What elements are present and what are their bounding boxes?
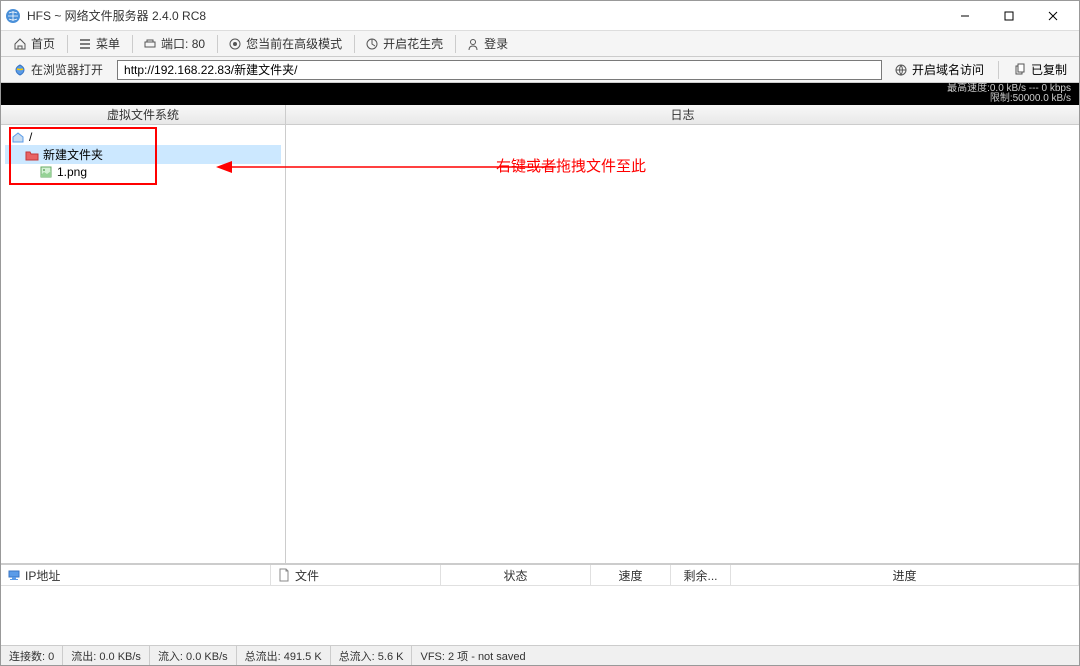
menu-button[interactable]: 菜单 xyxy=(70,33,128,54)
domain-access-label: 开启域名访问 xyxy=(912,61,984,78)
port-label: 端口: 80 xyxy=(161,35,205,52)
list-header-speed[interactable]: 速度 xyxy=(591,565,671,585)
copied-button[interactable]: 已复制 xyxy=(1005,59,1075,80)
folder-icon xyxy=(25,148,39,162)
app-icon xyxy=(5,8,21,24)
network-icon xyxy=(7,568,21,582)
list-body[interactable] xyxy=(1,586,1079,645)
home-label: 首页 xyxy=(31,35,55,52)
window-title: HFS ~ 网络文件服务器 2.4.0 RC8 xyxy=(27,7,943,24)
main-content: 虚拟文件系统 / 新建文件夹 1.png 日志 右键或者拖拽文 xyxy=(1,105,1079,563)
status-total-out: 总流出: 491.5 K xyxy=(237,646,331,665)
home-button[interactable]: 首页 xyxy=(5,33,63,54)
speed-limit: 限制:50000.0 kB/s xyxy=(947,94,1071,104)
list-header-progress[interactable]: 进度 xyxy=(731,565,1079,585)
status-connections: 连接数: 0 xyxy=(1,646,63,665)
login-label: 登录 xyxy=(484,35,508,52)
address-toolbar: 在浏览器打开 开启域名访问 已复制 xyxy=(1,57,1079,83)
tree-folder-label: 新建文件夹 xyxy=(43,146,103,163)
mode-icon xyxy=(228,37,242,51)
status-in: 流入: 0.0 KB/s xyxy=(150,646,237,665)
mode-button[interactable]: 您当前在高级模式 xyxy=(220,33,350,54)
menu-label: 菜单 xyxy=(96,35,120,52)
open-browser-label: 在浏览器打开 xyxy=(31,61,103,78)
port-icon xyxy=(143,37,157,51)
tree-root[interactable]: / xyxy=(5,129,281,145)
toolbar-separator xyxy=(132,35,133,53)
list-header-file[interactable]: 文件 xyxy=(271,565,441,585)
menu-icon xyxy=(78,37,92,51)
minimize-button[interactable] xyxy=(943,2,987,30)
status-out: 流出: 0.0 KB/s xyxy=(63,646,150,665)
status-total-in: 总流入: 5.6 K xyxy=(331,646,413,665)
status-vfs: VFS: 2 项 - not saved xyxy=(412,646,533,665)
browser-icon xyxy=(13,63,27,77)
maximize-button[interactable] xyxy=(987,2,1031,30)
close-button[interactable] xyxy=(1031,2,1075,30)
peanut-label: 开启花生壳 xyxy=(383,35,443,52)
vfs-panel: 虚拟文件系统 / 新建文件夹 1.png xyxy=(1,105,286,563)
statusbar: 连接数: 0 流出: 0.0 KB/s 流入: 0.0 KB/s 总流出: 49… xyxy=(1,645,1079,665)
list-header-ip[interactable]: IP地址 xyxy=(1,565,271,585)
tree-folder[interactable]: 新建文件夹 xyxy=(5,145,281,164)
log-header: 日志 xyxy=(286,105,1079,125)
list-header-row: IP地址 文件 状态 速度 剩余... 进度 xyxy=(1,565,1079,586)
transfer-list: IP地址 文件 状态 速度 剩余... 进度 xyxy=(1,563,1079,645)
vfs-tree[interactable]: / 新建文件夹 1.png xyxy=(1,125,285,563)
image-file-icon xyxy=(39,165,53,179)
login-button[interactable]: 登录 xyxy=(458,33,516,54)
domain-access-button[interactable]: 开启域名访问 xyxy=(886,59,992,80)
toolbar-separator xyxy=(67,35,68,53)
toolbar-separator xyxy=(217,35,218,53)
peanut-button[interactable]: 开启花生壳 xyxy=(357,33,451,54)
tree-file[interactable]: 1.png xyxy=(5,164,281,180)
mode-label: 您当前在高级模式 xyxy=(246,35,342,52)
toolbar-separator xyxy=(354,35,355,53)
list-header-remaining[interactable]: 剩余... xyxy=(671,565,731,585)
home-icon xyxy=(13,37,27,51)
log-panel: 日志 右键或者拖拽文件至此 xyxy=(286,105,1079,563)
home-folder-icon xyxy=(11,130,25,144)
port-button[interactable]: 端口: 80 xyxy=(135,33,213,54)
toolbar-separator xyxy=(998,61,999,79)
globe-icon xyxy=(894,63,908,77)
tree-root-label: / xyxy=(29,130,32,144)
file-icon xyxy=(277,568,291,582)
copy-icon xyxy=(1013,63,1027,77)
speed-graph: 最高速度:0.0 kB/s --- 0 kbps 限制:50000.0 kB/s xyxy=(1,83,1079,105)
vfs-header: 虚拟文件系统 xyxy=(1,105,285,125)
tree-file-label: 1.png xyxy=(57,165,87,179)
main-toolbar: 首页 菜单 端口: 80 您当前在高级模式 开启花生壳 登录 xyxy=(1,31,1079,57)
toolbar-separator xyxy=(455,35,456,53)
log-area[interactable]: 右键或者拖拽文件至此 xyxy=(286,125,1079,563)
annotation-text: 右键或者拖拽文件至此 xyxy=(496,155,646,176)
list-header-status[interactable]: 状态 xyxy=(441,565,591,585)
open-browser-button[interactable]: 在浏览器打开 xyxy=(5,59,111,80)
window-titlebar: HFS ~ 网络文件服务器 2.4.0 RC8 xyxy=(1,1,1079,31)
address-input[interactable] xyxy=(117,60,882,80)
peanut-icon xyxy=(365,37,379,51)
login-icon xyxy=(466,37,480,51)
copied-label: 已复制 xyxy=(1031,61,1067,78)
